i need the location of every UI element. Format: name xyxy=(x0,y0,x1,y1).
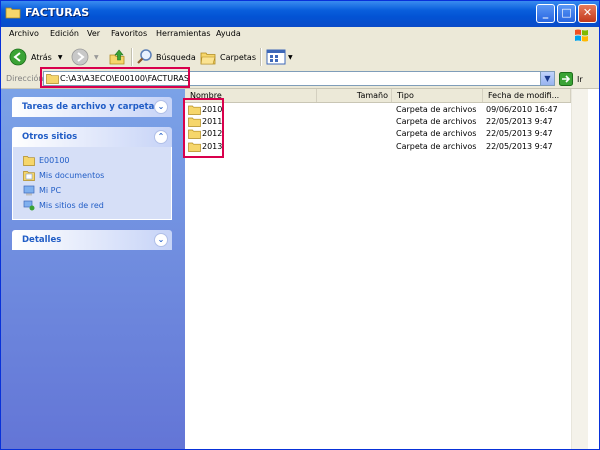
explorer-window: FACTURAS _ □ ✕ Archivo Edición Ver Favor… xyxy=(0,0,600,450)
place-label: E00100 xyxy=(39,156,70,165)
file-list: Nombre Tamaño Tipo Fecha de modifi... 20… xyxy=(185,89,599,449)
forward-dropdown-icon[interactable]: ▼ xyxy=(94,54,99,61)
menu-ayuda[interactable]: Ayuda xyxy=(216,29,241,38)
back-label: Atrás xyxy=(31,52,52,62)
place-link-my-computer[interactable]: Mi PC xyxy=(23,183,171,198)
place-label: Mis documentos xyxy=(39,171,105,180)
views-icon xyxy=(266,49,286,65)
file-date: 22/05/2013 9:47 xyxy=(486,117,553,126)
my-documents-icon xyxy=(23,171,35,181)
folders-button[interactable]: Carpetas xyxy=(199,48,256,66)
file-type: Carpeta de archivos xyxy=(396,105,477,114)
address-highlight-box xyxy=(40,67,190,88)
vertical-scrollbar[interactable] xyxy=(571,89,588,449)
file-tasks-panel: Tareas de archivo y carpeta ⌄ xyxy=(12,97,172,117)
column-type[interactable]: Tipo xyxy=(392,89,483,102)
close-button[interactable]: ✕ xyxy=(578,4,597,23)
details-title: Detalles xyxy=(22,235,62,245)
menu-edicion[interactable]: Edición xyxy=(50,29,79,38)
maximize-button[interactable]: □ xyxy=(557,4,576,23)
task-pane: Tareas de archivo y carpeta ⌄ Otros siti… xyxy=(1,89,185,449)
folder-icon xyxy=(23,156,35,166)
place-label: Mis sitios de red xyxy=(39,201,104,210)
go-arrow-icon xyxy=(559,72,573,86)
go-button[interactable]: Ir xyxy=(559,72,583,86)
back-button[interactable]: Atrás ▼ xyxy=(9,48,62,66)
file-row[interactable]: 2012 Carpeta de archivos 22/05/2013 9:47 xyxy=(185,128,571,140)
up-folder-icon xyxy=(109,49,125,65)
windows-logo-icon xyxy=(575,29,588,42)
details-panel: Detalles ⌄ xyxy=(12,230,172,250)
my-computer-icon xyxy=(23,185,35,196)
menu-favoritos[interactable]: Favoritos xyxy=(111,29,147,38)
place-link-e00100[interactable]: E00100 xyxy=(23,153,171,168)
go-label: Ir xyxy=(577,74,583,84)
minimize-button[interactable]: _ xyxy=(536,4,555,23)
search-button[interactable]: Búsqueda xyxy=(136,48,196,66)
menu-herramientas[interactable]: Herramientas xyxy=(156,29,211,38)
chevron-up-icon[interactable]: ⌃ xyxy=(154,130,168,144)
search-label: Búsqueda xyxy=(156,52,196,62)
toolbar-separator xyxy=(131,48,133,66)
title-bar[interactable]: FACTURAS _ □ ✕ xyxy=(1,1,599,27)
up-folder-button[interactable] xyxy=(108,48,126,66)
file-date: 22/05/2013 9:47 xyxy=(486,142,553,151)
file-row[interactable]: 2011 Carpeta de archivos 22/05/2013 9:47 xyxy=(185,116,571,128)
back-dropdown-icon[interactable]: ▼ xyxy=(58,54,63,61)
folder-icon xyxy=(5,7,21,19)
forward-arrow-icon xyxy=(71,48,89,66)
forward-button[interactable]: ▼ xyxy=(71,48,99,66)
views-button[interactable]: ▼ xyxy=(266,48,293,66)
address-dropdown-icon[interactable]: ▼ xyxy=(540,72,554,85)
file-type: Carpeta de archivos xyxy=(396,129,477,138)
folders-label: Carpetas xyxy=(220,52,256,62)
menu-archivo[interactable]: Archivo xyxy=(9,29,39,38)
folders-icon xyxy=(200,52,216,65)
column-date[interactable]: Fecha de modifi... xyxy=(483,89,571,102)
chevron-down-icon[interactable]: ⌄ xyxy=(154,100,168,114)
other-places-header[interactable]: Otros sitios ⌃ xyxy=(12,127,172,147)
other-places-title: Otros sitios xyxy=(22,132,78,142)
back-arrow-icon xyxy=(9,48,27,66)
column-size[interactable]: Tamaño xyxy=(317,89,392,102)
other-places-body: E00100 Mis documentos Mi PC Mis sitios d… xyxy=(12,147,172,220)
views-dropdown-icon[interactable]: ▼ xyxy=(288,54,293,61)
file-type: Carpeta de archivos xyxy=(396,117,477,126)
place-label: Mi PC xyxy=(39,186,62,195)
address-label: Dirección xyxy=(6,74,44,83)
network-places-icon xyxy=(23,200,35,211)
file-type: Carpeta de archivos xyxy=(396,142,477,151)
file-date: 22/05/2013 9:47 xyxy=(486,129,553,138)
place-link-network[interactable]: Mis sitios de red xyxy=(23,198,171,213)
menu-ver[interactable]: Ver xyxy=(87,29,100,38)
chevron-down-icon[interactable]: ⌄ xyxy=(154,233,168,247)
place-link-my-documents[interactable]: Mis documentos xyxy=(23,168,171,183)
details-header[interactable]: Detalles ⌄ xyxy=(12,230,172,250)
folders-highlight-box xyxy=(183,98,224,158)
search-icon xyxy=(137,49,152,64)
menu-bar: Archivo Edición Ver Favoritos Herramient… xyxy=(1,27,599,45)
file-row[interactable]: 2013 Carpeta de archivos 22/05/2013 9:47 xyxy=(185,141,571,153)
column-header: Nombre Tamaño Tipo Fecha de modifi... xyxy=(185,89,571,103)
file-tasks-title: Tareas de archivo y carpeta xyxy=(22,102,155,112)
file-date: 09/06/2010 16:47 xyxy=(486,105,558,114)
file-tasks-header[interactable]: Tareas de archivo y carpeta ⌄ xyxy=(12,97,172,117)
other-places-panel: Otros sitios ⌃ E00100 Mis documentos Mi … xyxy=(12,127,172,220)
toolbar-separator xyxy=(260,48,262,66)
file-row[interactable]: 2010 Carpeta de archivos 09/06/2010 16:4… xyxy=(185,104,571,116)
window-title: FACTURAS xyxy=(25,6,90,19)
